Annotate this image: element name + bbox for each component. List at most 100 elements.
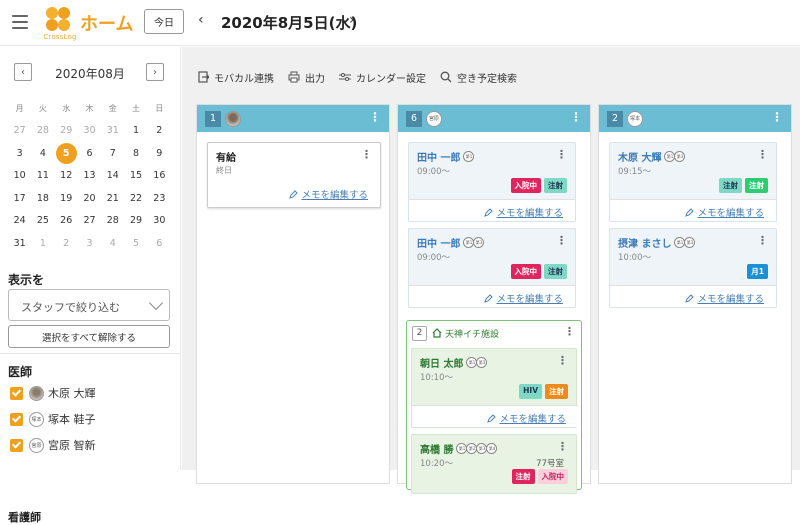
calendar-day[interactable]: 30 [148, 210, 171, 232]
patient-name[interactable]: 摂津 まさし 第1 第3 [618, 235, 696, 250]
calendar-day[interactable]: 26 [55, 210, 78, 232]
calendar-day[interactable]: 28 [31, 120, 54, 142]
search-free-slots-button[interactable]: 空き予定検索 [440, 70, 517, 85]
leave-card[interactable]: 有給 終日 ⋮ メモを編集する [207, 142, 381, 208]
more-options-icon[interactable]: ⋮ [757, 234, 768, 247]
edit-memo-link[interactable]: メモを編集する [289, 187, 368, 201]
more-options-icon[interactable]: ⋮ [757, 148, 768, 161]
today-button[interactable]: 今日 [144, 9, 184, 34]
status-badge: 入院中 [510, 264, 541, 279]
patient-card[interactable]: 田中 一郎 第1 第3 09:00〜 ⋮ 入院中 注射 メモを編集する [408, 228, 576, 308]
staff-checkbox-item[interactable]: 宮原 宮原 智新 [10, 436, 96, 454]
clear-selection-button[interactable]: 選択をすべて解除する [8, 325, 170, 348]
patient-name[interactable]: 田中 一郎 第1 [417, 149, 475, 164]
calendar-day[interactable]: 13 [78, 165, 101, 187]
edit-memo-link[interactable]: メモを編集する [484, 291, 563, 305]
calendar-day[interactable]: 9 [148, 142, 171, 164]
calendar-day[interactable]: 6 [148, 232, 171, 254]
calendar-day[interactable]: 23 [148, 187, 171, 209]
next-day-button[interactable]: › [349, 12, 355, 28]
calendar-day[interactable]: 25 [31, 210, 54, 232]
staff-checkbox-item[interactable]: 木原 大輝 [10, 384, 96, 402]
calendar-day[interactable]: 22 [124, 187, 147, 209]
calendar-day[interactable]: 12 [55, 165, 78, 187]
calendar-day[interactable]: 16 [148, 165, 171, 187]
calendar-day[interactable]: 6 [78, 142, 101, 164]
calendar-day[interactable]: 27 [78, 210, 101, 232]
calendar-day[interactable]: 4 [31, 142, 54, 164]
calendar-day[interactable]: 18 [31, 187, 54, 209]
checkbox-checked-icon[interactable] [10, 438, 23, 452]
more-options-icon[interactable]: ⋮ [361, 148, 372, 161]
calendar-day[interactable]: 29 [124, 210, 147, 232]
appointment-count: 1 [205, 110, 221, 127]
patient-card[interactable]: 摂津 まさし 第1 第3 10:00〜 ⋮ 月1 メモを編集する [609, 228, 777, 308]
edit-memo-label: メモを編集する [496, 294, 563, 305]
edit-memo-link[interactable]: メモを編集する [685, 291, 764, 305]
calendar-day[interactable]: 20 [78, 187, 101, 209]
patient-name[interactable]: 高橋 勝第1 第2 第3 第4 [420, 441, 498, 456]
calendar-day[interactable]: 31 [101, 120, 124, 142]
calendar-day[interactable]: 15 [124, 165, 147, 187]
prev-day-button[interactable]: ‹ [198, 12, 204, 28]
more-options-icon[interactable]: ⋮ [557, 440, 568, 453]
calendar-day[interactable]: 14 [101, 165, 124, 187]
menu-icon[interactable] [12, 15, 28, 29]
edit-memo-link[interactable]: メモを編集する [484, 205, 563, 219]
calendar-day[interactable]: 29 [55, 120, 78, 142]
more-options-icon[interactable]: ⋮ [556, 148, 567, 161]
calendar-prev-month-button[interactable]: ‹ [14, 63, 32, 81]
checkbox-checked-icon[interactable] [10, 412, 23, 426]
more-options-icon[interactable]: ⋮ [771, 111, 783, 123]
calendar-day-selected[interactable]: 5 [55, 142, 78, 164]
calendar-day[interactable]: 11 [31, 165, 54, 187]
patient-name[interactable]: 田中 一郎 第1 第3 [417, 235, 485, 250]
more-options-icon[interactable]: ⋮ [570, 111, 582, 123]
patient-card[interactable]: 高橋 勝第1 第2 第3 第4 10:20〜 77号室 ⋮ 注射 入院中 [411, 434, 577, 494]
calendar-day[interactable]: 28 [101, 210, 124, 232]
patient-name[interactable]: 木原 大輝 第1 第3 [618, 149, 686, 164]
calendar-day[interactable]: 21 [101, 187, 124, 209]
calendar-day[interactable]: 17 [8, 187, 31, 209]
group-label-doctor: 医師 [8, 365, 33, 379]
calendar-day[interactable]: 31 [8, 232, 31, 254]
visit-icons: 第1 第3 [463, 237, 485, 248]
tag-list: 月1 [744, 264, 768, 279]
calendar-next-month-button[interactable]: › [146, 63, 164, 81]
checkbox-checked-icon[interactable] [10, 386, 23, 400]
calendar-day[interactable]: 24 [8, 210, 31, 232]
more-options-icon[interactable]: ⋮ [564, 325, 575, 338]
patient-card[interactable]: 木原 大輝 第1 第3 09:15〜 ⋮ 注射 注射 メモを編集する [609, 142, 777, 222]
calendar-day[interactable]: 10 [8, 165, 31, 187]
calendar-week-row: 27 28 29 30 31 1 2 [8, 120, 171, 143]
app-header: CrossLog ホーム 今日 ‹ 2020年8月5日(水) › [0, 0, 800, 46]
calendar-day[interactable]: 19 [55, 187, 78, 209]
more-options-icon[interactable]: ⋮ [369, 111, 381, 123]
calendar-day[interactable]: 27 [8, 120, 31, 142]
patient-name[interactable]: 朝日 太郎 第1 第3 [420, 355, 488, 370]
staff-checkbox-item[interactable]: 塚本 塚本 鞋子 [10, 410, 96, 428]
calendar-day[interactable]: 3 [78, 232, 101, 254]
calendar-day[interactable]: 2 [148, 120, 171, 142]
patient-card[interactable]: 朝日 太郎 第1 第3 10:10〜 ⋮ HIV 注射 メモを編集する [411, 348, 578, 428]
patient-card[interactable]: 田中 一郎 第1 09:00〜 ⋮ 入院中 注射 メモを編集する [408, 142, 576, 222]
edit-memo-link[interactable]: メモを編集する [685, 205, 764, 219]
calendar-day[interactable]: 30 [78, 120, 101, 142]
calendar-day[interactable]: 1 [124, 120, 147, 142]
calendar-day[interactable]: 8 [124, 142, 147, 164]
mobile-sync-button[interactable]: モバカル連携 [198, 70, 274, 85]
calendar-day[interactable]: 4 [101, 232, 124, 254]
more-options-icon[interactable]: ⋮ [556, 234, 567, 247]
print-button[interactable]: 出力 [288, 70, 325, 85]
crosslog-logo[interactable]: CrossLog [40, 6, 76, 41]
calendar-day[interactable]: 2 [55, 232, 78, 254]
more-options-icon[interactable]: ⋮ [557, 354, 568, 367]
calendar-day[interactable]: 5 [124, 232, 147, 254]
calendar-settings-button[interactable]: カレンダー設定 [339, 70, 426, 85]
calendar-day[interactable]: 3 [8, 142, 31, 164]
calendar-day[interactable]: 7 [101, 142, 124, 164]
pencil-icon [487, 413, 497, 423]
edit-memo-link[interactable]: メモを編集する [487, 411, 566, 425]
staff-filter-select[interactable]: スタッフで絞り込む [8, 289, 170, 321]
calendar-day[interactable]: 1 [31, 232, 54, 254]
